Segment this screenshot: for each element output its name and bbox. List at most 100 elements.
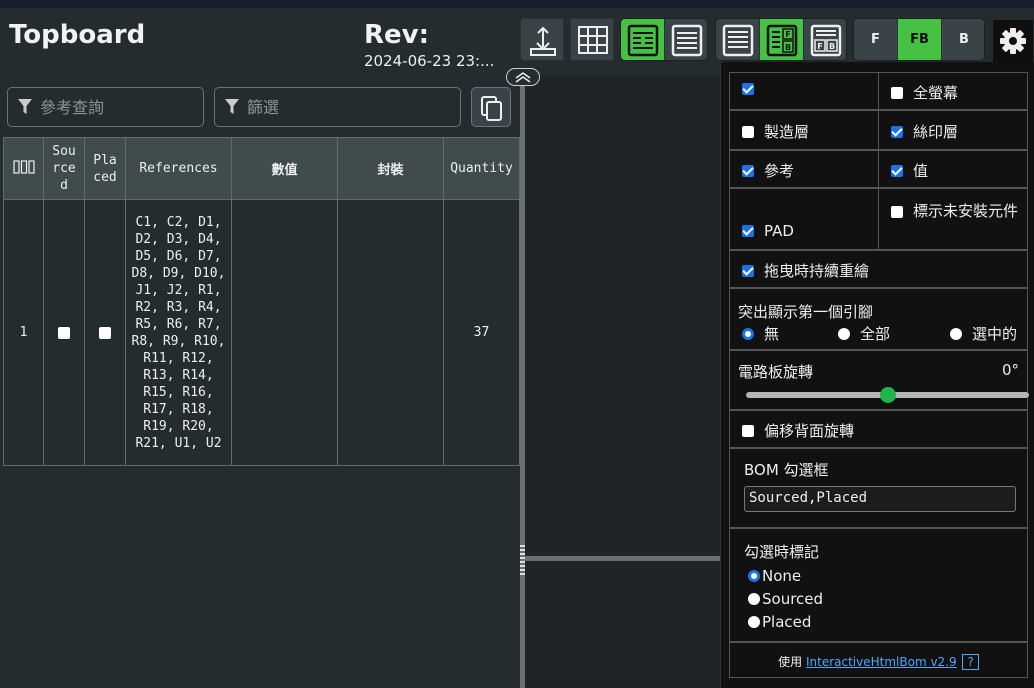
fullscreen-option[interactable]: 全螢幕 <box>878 72 1028 110</box>
column-header-quantity[interactable]: Quantity <box>443 137 520 200</box>
grid-icon <box>578 26 608 54</box>
bom-ungrouped-icon <box>671 24 703 57</box>
netlist-grid-button[interactable] <box>570 18 614 61</box>
highlight-option-selected[interactable]: 選中的 <box>950 323 1017 344</box>
table-row[interactable]: 1 C1, C2, D1, D2, D3, D4, D5, D6, D7, D8… <box>3 199 520 466</box>
footer: 使用 InteractiveHtmlBom v2.9 ? <box>729 642 1028 678</box>
copy-button[interactable] <box>471 87 511 127</box>
pads-option[interactable]: PAD <box>729 188 879 250</box>
placed-checkbox[interactable] <box>99 326 111 339</box>
dnp-option[interactable]: 標示未安裝元件 <box>878 188 1028 250</box>
highlight-none-radio[interactable] <box>742 327 754 340</box>
layout-left-right-button[interactable]: F B <box>760 19 804 60</box>
silkscreen-checkbox[interactable] <box>891 125 903 138</box>
references-cell: C1, C2, D1, D2, D3, D4, D5, D6, D7, D8, … <box>125 199 232 466</box>
project-link[interactable]: InteractiveHtmlBom v2.9 <box>806 655 957 669</box>
values-checkbox[interactable] <box>891 164 903 177</box>
redraw-option[interactable]: 拖曳時持續重繪 <box>729 250 1028 288</box>
mark-none-radio[interactable] <box>748 570 760 582</box>
mark-when-checked-section: 勾選時標記 None Sourced Placed <box>729 528 1028 642</box>
dnp-checkbox[interactable] <box>891 205 903 218</box>
mark-placed-radio[interactable] <box>748 616 760 628</box>
page-title: Topboard <box>9 20 146 50</box>
ref-lookup-input[interactable] <box>38 95 188 119</box>
fullscreen-checkbox[interactable] <box>891 86 903 99</box>
settings-button[interactable] <box>993 20 1033 62</box>
quantity-cell: 37 <box>443 199 520 466</box>
offset-back-rotation-checkbox[interactable] <box>742 424 754 437</box>
slider-knob[interactable] <box>879 387 896 403</box>
mark-sourced-label: Sourced <box>762 590 824 608</box>
bom-ungrouped-button[interactable] <box>665 19 707 60</box>
mark-option-placed[interactable]: Placed <box>748 613 811 631</box>
filter-input[interactable] <box>245 95 395 119</box>
chevron-up-icon <box>515 72 531 83</box>
darkmode-option[interactable] <box>729 72 879 110</box>
fab-layer-label: 製造層 <box>764 123 810 141</box>
layout-bom-only-button[interactable] <box>716 19 760 60</box>
bom-grouped-button[interactable] <box>621 19 665 60</box>
references-option[interactable]: 參考 <box>729 150 879 188</box>
board-rotation-section: 電路板旋轉 0° <box>729 350 1029 410</box>
bom-header-row: Sourced Placed References 數值 封裝 Quantity <box>3 137 520 200</box>
highlight-selected-radio[interactable] <box>950 327 962 340</box>
highlight-selected-label: 選中的 <box>972 325 1018 343</box>
column-header-sourced[interactable]: Sourced <box>43 137 85 200</box>
pads-checkbox[interactable] <box>742 225 754 237</box>
collapse-toggle-button[interactable] <box>506 68 540 86</box>
highlight-all-label: 全部 <box>860 325 891 343</box>
value-cell <box>231 199 338 466</box>
column-header-references[interactable]: References <box>125 137 232 200</box>
board-rotation-slider[interactable] <box>746 387 1029 403</box>
mark-sourced-radio[interactable] <box>748 593 760 605</box>
bom-left-right-icon: F B <box>766 24 798 57</box>
column-settings-header[interactable] <box>3 137 44 200</box>
values-option[interactable]: 值 <box>878 150 1028 188</box>
fab-layer-option[interactable]: 製造層 <box>729 110 879 150</box>
mark-option-none[interactable]: None <box>748 567 801 585</box>
mark-placed-label: Placed <box>762 613 812 631</box>
board-side-group: F FB B <box>853 18 985 61</box>
footprint-cell <box>337 199 444 466</box>
revision-label: Rev: <box>364 20 429 50</box>
back-only-button[interactable]: B <box>942 19 984 60</box>
layout-top-bottom-button[interactable]: F B <box>804 19 846 60</box>
column-header-footprint[interactable]: 封裝 <box>337 137 444 200</box>
references-text: C1, C2, D1, D2, D3, D4, D5, D6, D7, D8, … <box>131 214 226 451</box>
highlight-option-none[interactable]: 無 <box>742 323 779 344</box>
filter-funnel-icon <box>18 99 32 114</box>
help-button[interactable]: ? <box>962 654 979 670</box>
highlight-option-all[interactable]: 全部 <box>838 323 890 344</box>
back-canvas[interactable] <box>525 561 725 688</box>
placed-cell <box>84 199 126 466</box>
mark-option-sourced[interactable]: Sourced <box>748 590 823 608</box>
filter-funnel-icon <box>225 99 239 114</box>
redraw-checkbox[interactable] <box>742 264 754 277</box>
bom-mode-group <box>620 18 708 61</box>
export-button[interactable] <box>520 18 564 61</box>
column-header-value[interactable]: 數值 <box>231 137 338 200</box>
row-index: 1 <box>3 199 44 466</box>
highlight-pin1-section: 突出顯示第一個引腳 無 全部 選中的 <box>729 288 1028 350</box>
sourced-checkbox[interactable] <box>58 326 70 339</box>
fab-layer-checkbox[interactable] <box>742 125 754 138</box>
references-checkbox[interactable] <box>742 164 754 177</box>
board-rotation-label: 電路板旋轉 <box>738 363 814 381</box>
column-header-placed[interactable]: Placed <box>84 137 126 200</box>
bom-checkboxes-input[interactable]: Sourced,Placed <box>744 486 1016 512</box>
highlight-all-radio[interactable] <box>838 327 850 340</box>
window-top-strip <box>0 0 1034 8</box>
mark-when-checked-label: 勾選時標記 <box>744 543 820 561</box>
front-only-button[interactable]: F <box>854 19 898 60</box>
footer-prefix: 使用 <box>778 655 803 669</box>
front-canvas[interactable] <box>525 76 725 556</box>
darkmode-checkbox[interactable] <box>742 83 754 95</box>
bom-only-icon <box>722 24 754 57</box>
mark-none-label: None <box>762 567 802 585</box>
dnp-label: 標示未安裝元件 <box>913 202 1019 220</box>
front-back-button[interactable]: FB <box>898 19 942 60</box>
silkscreen-option[interactable]: 絲印層 <box>878 110 1028 150</box>
front-label: F <box>871 32 880 47</box>
highlight-none-label: 無 <box>764 325 780 343</box>
offset-back-rotation-option[interactable]: 偏移背面旋轉 <box>729 410 1028 448</box>
